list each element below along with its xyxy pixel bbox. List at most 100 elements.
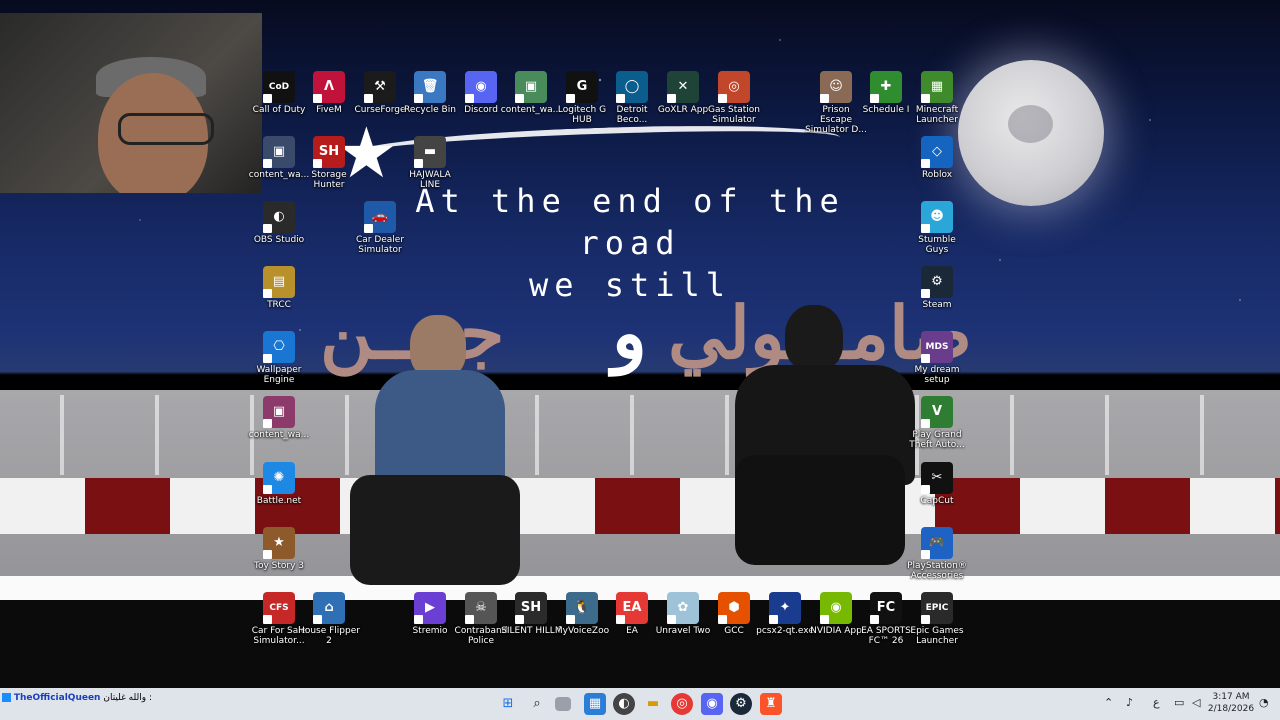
wallpaper-quote: At the end of the road we still [380, 180, 880, 306]
taskbar-steam[interactable]: ⚙ [730, 693, 752, 715]
desktop-icon[interactable]: ▦ Minecraft Launcher [906, 71, 968, 125]
nvidia-icon: ◉ [820, 592, 852, 624]
microphone-icon: ♪ [1126, 696, 1134, 709]
logitech-icon: G [566, 71, 598, 103]
desktop[interactable]: ★ At the end of the road we still جبـــن… [0, 0, 1280, 688]
trcc-icon: ▤ [263, 266, 295, 298]
recycle-bin-icon: 🗑 [414, 71, 446, 103]
taskbar-chrome[interactable]: ◎ [671, 693, 693, 715]
gta-icon: V [921, 396, 953, 428]
wallpaper-engine-icon: ⎔ [263, 331, 295, 363]
desktop-icon-label: Battle.net [256, 496, 302, 506]
taskbar: TheOfficialQueen والله غليتان : ⊞ ⌕ ▦ ◐ … [0, 688, 1280, 720]
myvoicezoo-icon: 🐧 [566, 592, 598, 624]
desktop-icon[interactable]: ✂ CapCut [906, 462, 968, 506]
desktop-icon-label: Toy Story 3 [253, 561, 305, 571]
desktop-icon[interactable]: ◇ Roblox [906, 136, 968, 180]
car-dealer-icon: 🚗 [364, 201, 396, 233]
detroit-icon: ◯ [616, 71, 648, 103]
desktop-icon[interactable]: ⚙ Steam [906, 266, 968, 310]
desktop-icon[interactable]: ★ Toy Story 3 [248, 527, 310, 571]
folder-icon: ▬ [646, 696, 660, 711]
desktop-icon[interactable]: ◎ Gas Station Simulator [703, 71, 765, 125]
search-icon: ⌕ [533, 696, 541, 711]
tray-volume[interactable]: ◁ [1192, 696, 1200, 709]
tray-language[interactable]: ع [1153, 696, 1160, 709]
desktop-icon[interactable]: 🚗 Car Dealer Simulator [349, 201, 411, 255]
desktop-icon[interactable]: SH Storage Hunter [298, 136, 360, 190]
microsoft-store-icon: ▦ [588, 696, 602, 711]
desktop-icon-label: HAJWALA LINE [409, 170, 451, 190]
tray-microphone[interactable]: ♪ [1126, 696, 1133, 709]
capcut-icon: ✂ [921, 462, 953, 494]
desktop-icon-label: Car Dealer Simulator [355, 235, 405, 255]
wallpaper-arabic-mid: و [612, 290, 647, 375]
desktop-icon[interactable]: MDS My dream setup [906, 331, 968, 385]
start-button[interactable]: ⊞ [497, 693, 519, 715]
webcam-person-glasses [118, 113, 214, 145]
wallpaper-fence [0, 395, 1280, 475]
bell-icon: ◔ [1259, 696, 1269, 709]
stumble-guys-icon: ☻ [921, 201, 953, 233]
silent-hill-icon: SH [515, 592, 547, 624]
clock-time: 3:17 AM [1212, 692, 1250, 702]
steam-icon: ⚙ [735, 696, 747, 711]
brave-icon: ♜ [765, 696, 777, 711]
desktop-icon[interactable]: 🎮 PlayStation® Accessories [906, 527, 968, 581]
image-file-icon: ▣ [515, 71, 547, 103]
clock-date: 2/18/2026 [1207, 704, 1255, 714]
desktop-icon-label: Steam [922, 300, 952, 310]
goxlr-icon: ✕ [667, 71, 699, 103]
tray-network[interactable]: ▭ [1174, 696, 1184, 709]
webcam-overlay [0, 13, 262, 193]
taskbar-discord[interactable]: ◉ [701, 693, 723, 715]
desktop-icon[interactable]: ⎔ Wallpaper Engine [248, 331, 310, 385]
pcsx2-icon: ✦ [769, 592, 801, 624]
search-button[interactable]: ⌕ [526, 693, 548, 715]
taskbar-file-explorer[interactable]: ▬ [642, 693, 664, 715]
task-view-button[interactable] [555, 697, 571, 711]
desktop-icon[interactable]: ▣ content_wa... [248, 396, 310, 440]
minecraft-icon: ▦ [921, 71, 953, 103]
discord-icon: ◉ [465, 71, 497, 103]
chat-notification-text: والله غليتان : [103, 693, 152, 703]
image-file-icon: ▣ [263, 136, 295, 168]
desktop-icon-label: Stumble Guys [918, 235, 956, 255]
desktop-icon[interactable]: ⌂ House Flipper 2 [298, 592, 360, 646]
desktop-icon-label: Play Grand Theft Auto... [909, 430, 965, 450]
desktop-icon[interactable]: ✺ Battle.net [248, 462, 310, 506]
desktop-icon[interactable]: EPIC Epic Games Launcher [906, 592, 968, 646]
tray-notifications[interactable]: ◔ [1259, 696, 1269, 709]
desktop-icon[interactable]: V Play Grand Theft Auto... [906, 396, 968, 450]
chrome-icon: ◎ [676, 696, 688, 711]
desktop-icon-label: Minecraft Launcher [915, 105, 959, 125]
taskbar-obs[interactable]: ◐ [613, 693, 635, 715]
epic-games-icon: EPIC [921, 592, 953, 624]
ea-sports-fc-icon: FC [870, 592, 902, 624]
tray-overflow-button[interactable]: ⌃ [1104, 696, 1113, 709]
taskbar-brave[interactable]: ♜ [760, 693, 782, 715]
wallpaper-moon [958, 60, 1104, 206]
discord-icon: ◉ [706, 696, 718, 711]
desktop-icon-label: OBS Studio [253, 235, 305, 245]
network-icon: ▭ [1174, 696, 1185, 709]
desktop-icon[interactable]: ▬ HAJWALA LINE [399, 136, 461, 190]
desktop-icon[interactable]: ◐ OBS Studio [248, 201, 310, 245]
desktop-icon-label: Storage Hunter [311, 170, 347, 190]
stremio-icon: ▶ [414, 592, 446, 624]
fivem-icon: Λ [313, 71, 345, 103]
chevron-up-icon: ⌃ [1104, 696, 1114, 709]
desktop-icon[interactable]: ☻ Stumble Guys [906, 201, 968, 255]
ea-icon: EA [616, 592, 648, 624]
taskbar-clock[interactable]: 3:17 AM 2/18/2026 [1205, 691, 1257, 715]
taskbar-store[interactable]: ▦ [584, 693, 606, 715]
desktop-icon[interactable]: ▤ TRCC [248, 266, 310, 310]
desktop-icon-label: content_wa... [248, 430, 310, 440]
toy-story-icon: ★ [263, 527, 295, 559]
desktop-icon-label: Epic Games Launcher [910, 626, 964, 646]
unravel-two-icon: ✿ [667, 592, 699, 624]
windows-logo-icon: ⊞ [502, 696, 514, 711]
chat-notification-user: TheOfficialQueen [13, 693, 101, 703]
storage-hunter-icon: SH [313, 136, 345, 168]
wallpaper-character-left [330, 305, 530, 605]
